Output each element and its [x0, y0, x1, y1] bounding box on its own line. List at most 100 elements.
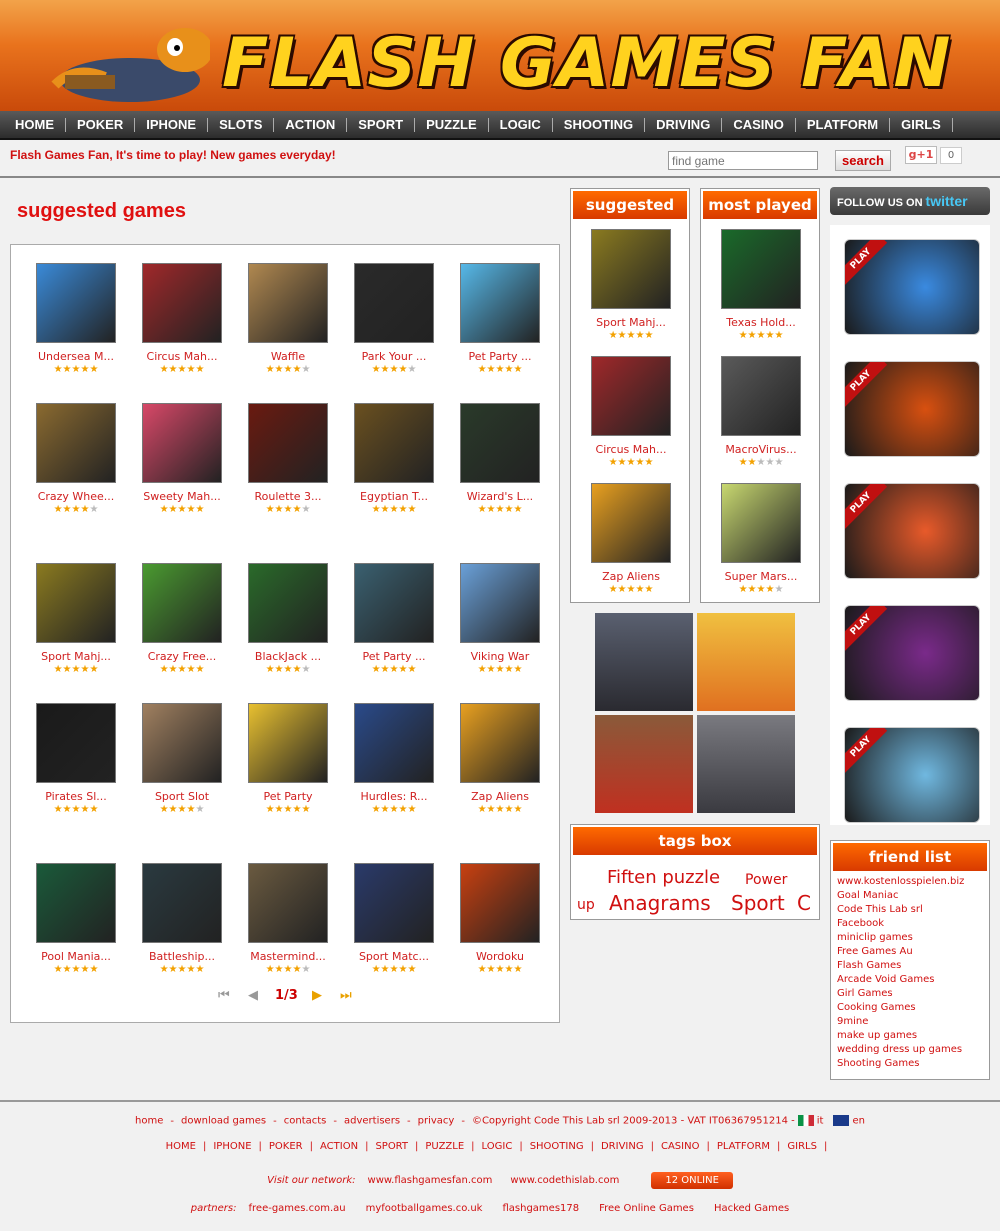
- game-thumbnail[interactable]: [354, 863, 434, 943]
- game-item[interactable]: Pirates Sl... ★★★★★: [26, 703, 126, 815]
- game-thumbnail[interactable]: [142, 563, 222, 643]
- nav-item-casino[interactable]: CASINO: [722, 117, 796, 132]
- friend-link[interactable]: Code This Lab srl: [837, 903, 983, 917]
- footer-nav-item[interactable]: POKER: [269, 1141, 303, 1152]
- footer-link[interactable]: download games: [181, 1116, 266, 1127]
- game-name[interactable]: Pet Party: [238, 790, 338, 803]
- game-name[interactable]: Sport Matc...: [344, 950, 444, 963]
- side-game-item[interactable]: Sport Mahj... ★★★★★: [581, 229, 681, 341]
- game-thumbnail[interactable]: [460, 563, 540, 643]
- game-item[interactable]: Sport Slot ★★★★★: [132, 703, 232, 815]
- game-name[interactable]: Sweety Mah...: [132, 490, 232, 503]
- footer-nav-item[interactable]: PUZZLE: [425, 1141, 464, 1152]
- game-name[interactable]: Sport Mahj...: [581, 316, 681, 329]
- last-page-icon[interactable]: ⏭: [340, 988, 352, 1003]
- game-thumbnail[interactable]: [721, 229, 801, 309]
- friend-link[interactable]: miniclip games: [837, 931, 983, 945]
- game-name[interactable]: Wordoku: [450, 950, 550, 963]
- game-thumbnail[interactable]: [460, 403, 540, 483]
- tag-link[interactable]: C: [797, 891, 811, 915]
- game-name[interactable]: Battleship...: [132, 950, 232, 963]
- promo-soldiers-image[interactable]: [595, 613, 693, 711]
- game-item[interactable]: Crazy Whee... ★★★★★: [26, 403, 126, 515]
- friend-link[interactable]: Arcade Void Games: [837, 973, 983, 987]
- side-game-item[interactable]: Zap Aliens ★★★★★: [581, 483, 681, 595]
- game-thumbnail[interactable]: [591, 483, 671, 563]
- game-item[interactable]: Waffle ★★★★★: [238, 263, 338, 375]
- game-thumbnail[interactable]: [36, 403, 116, 483]
- game-name[interactable]: Pirates Sl...: [26, 790, 126, 803]
- game-thumbnail[interactable]: [591, 229, 671, 309]
- game-item[interactable]: Park Your ... ★★★★★: [344, 263, 444, 375]
- promo-police-car-image[interactable]: [697, 715, 795, 813]
- game-name[interactable]: Super Mars...: [711, 570, 811, 583]
- game-item[interactable]: Pet Party ... ★★★★★: [450, 263, 550, 375]
- game-thumbnail[interactable]: [460, 263, 540, 343]
- tag-link[interactable]: Fiften puzzle: [607, 867, 720, 888]
- friend-link[interactable]: Shooting Games: [837, 1057, 983, 1071]
- friend-link[interactable]: Flash Games: [837, 959, 983, 973]
- italy-flag-icon[interactable]: [797, 1115, 814, 1126]
- game-name[interactable]: Pet Party ...: [344, 650, 444, 663]
- game-item[interactable]: Wordoku ★★★★★: [450, 863, 550, 975]
- game-item[interactable]: Undersea M... ★★★★★: [26, 263, 126, 375]
- game-thumbnail[interactable]: [36, 703, 116, 783]
- nav-item-slots[interactable]: SLOTS: [208, 117, 275, 132]
- game-name[interactable]: Roulette 3...: [238, 490, 338, 503]
- game-name[interactable]: Hurdles: R...: [344, 790, 444, 803]
- game-name[interactable]: Crazy Free...: [132, 650, 232, 663]
- game-thumbnail[interactable]: [721, 483, 801, 563]
- game-name[interactable]: Circus Mah...: [132, 350, 232, 363]
- game-item[interactable]: Wizard's L... ★★★★★: [450, 403, 550, 515]
- tag-link[interactable]: up: [577, 897, 595, 913]
- game-name[interactable]: Sport Mahj...: [26, 650, 126, 663]
- partner-link[interactable]: free-games.com.au: [249, 1203, 346, 1214]
- game-name[interactable]: Crazy Whee...: [26, 490, 126, 503]
- game-name[interactable]: BlackJack ...: [238, 650, 338, 663]
- footer-nav-item[interactable]: CASINO: [661, 1141, 699, 1152]
- friend-link[interactable]: Facebook: [837, 917, 983, 931]
- footer-nav-item[interactable]: DRIVING: [601, 1141, 644, 1152]
- footer-nav-item[interactable]: ACTION: [320, 1141, 358, 1152]
- game-thumbnail[interactable]: [248, 563, 328, 643]
- nav-item-shooting[interactable]: SHOOTING: [553, 117, 646, 132]
- game-thumbnail[interactable]: [354, 563, 434, 643]
- nav-item-puzzle[interactable]: PUZZLE: [415, 117, 489, 132]
- uk-flag-icon[interactable]: [833, 1115, 850, 1126]
- nav-item-sport[interactable]: SPORT: [347, 117, 416, 132]
- nav-item-poker[interactable]: POKER: [66, 117, 136, 132]
- lang-it-link[interactable]: it: [817, 1116, 824, 1127]
- game-name[interactable]: Texas Hold...: [711, 316, 811, 329]
- game-item[interactable]: Egyptian T... ★★★★★: [344, 403, 444, 515]
- side-game-item[interactable]: Circus Mah... ★★★★★: [581, 356, 681, 468]
- friend-link[interactable]: Free Games Au: [837, 945, 983, 959]
- game-name[interactable]: Park Your ...: [344, 350, 444, 363]
- friend-link[interactable]: 9mine: [837, 1015, 983, 1029]
- search-input[interactable]: [668, 151, 818, 170]
- game-thumbnail[interactable]: [591, 356, 671, 436]
- game-name[interactable]: Pool Mania...: [26, 950, 126, 963]
- nav-item-home[interactable]: HOME: [4, 117, 66, 132]
- game-item[interactable]: Pool Mania... ★★★★★: [26, 863, 126, 975]
- game-name[interactable]: Viking War: [450, 650, 550, 663]
- play-game-tile[interactable]: PLAY: [844, 361, 980, 457]
- game-name[interactable]: Sport Slot: [132, 790, 232, 803]
- partner-link[interactable]: Free Online Games: [599, 1203, 694, 1214]
- game-item[interactable]: Zap Aliens ★★★★★: [450, 703, 550, 815]
- game-thumbnail[interactable]: [460, 703, 540, 783]
- partner-link[interactable]: flashgames178: [502, 1203, 579, 1214]
- promo-kart-image[interactable]: [595, 715, 693, 813]
- search-button[interactable]: search: [835, 150, 891, 171]
- play-game-tile[interactable]: PLAY: [844, 727, 980, 823]
- tag-link[interactable]: Sport: [731, 891, 785, 915]
- friend-link[interactable]: make up games: [837, 1029, 983, 1043]
- game-item[interactable]: Crazy Free... ★★★★★: [132, 563, 232, 675]
- game-thumbnail[interactable]: [36, 563, 116, 643]
- game-thumbnail[interactable]: [36, 863, 116, 943]
- game-thumbnail[interactable]: [142, 863, 222, 943]
- lang-en-link[interactable]: en: [852, 1116, 865, 1127]
- friend-link[interactable]: Goal Maniac: [837, 889, 983, 903]
- game-item[interactable]: Hurdles: R... ★★★★★: [344, 703, 444, 815]
- game-name[interactable]: Zap Aliens: [581, 570, 681, 583]
- play-game-tile[interactable]: PLAY: [844, 605, 980, 701]
